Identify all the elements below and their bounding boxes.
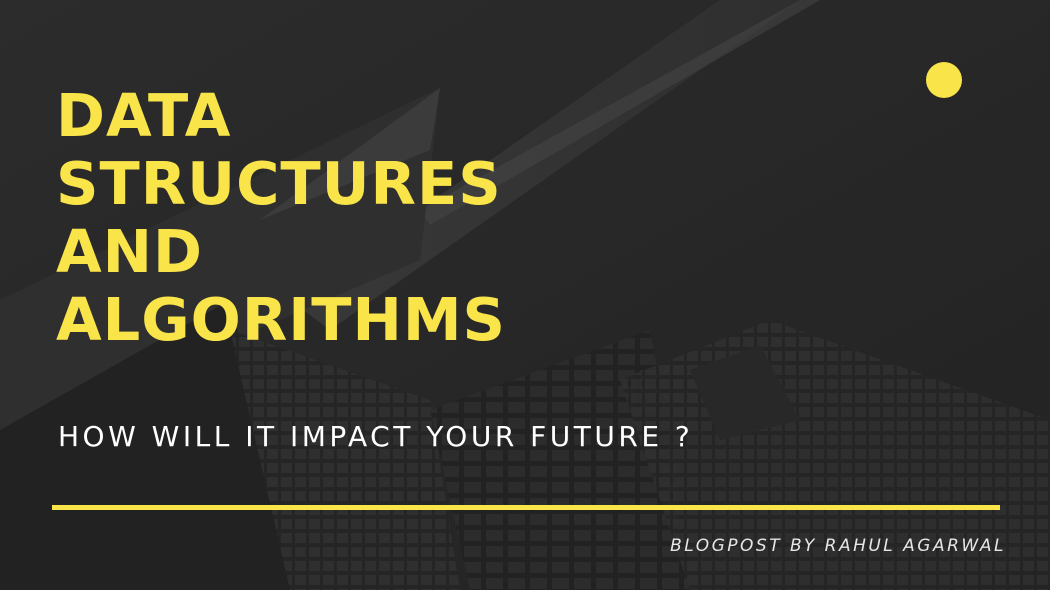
- title-line-4: ALGORITHMS: [56, 285, 507, 354]
- title-line-3: AND: [56, 217, 204, 286]
- banner: DATA STRUCTURES AND ALGORITHMS HOW WILL …: [0, 0, 1050, 590]
- title-line-2: STRUCTURES: [56, 149, 502, 218]
- accent-dot: [926, 62, 962, 98]
- page-title: DATA STRUCTURES AND ALGORITHMS: [56, 82, 506, 354]
- subtitle: HOW WILL IT IMPACT YOUR FUTURE ?: [58, 420, 694, 453]
- author-byline: BLOGPOST BY RAHUL AGARWAL: [670, 536, 1006, 556]
- divider-line: [52, 505, 1000, 510]
- title-line-1: DATA: [56, 81, 232, 150]
